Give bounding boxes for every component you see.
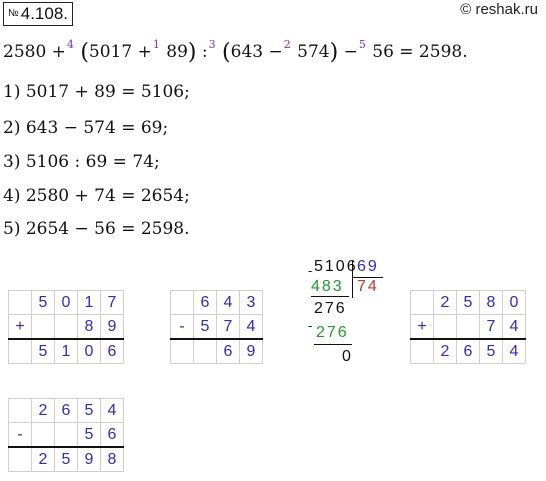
order-index: 1	[152, 38, 160, 51]
main-expression: 2580 +4 (5017 +1 89) :3 (643 −2 574) −5 …	[3, 38, 468, 65]
grid-cell	[54, 422, 78, 448]
step-1: 1) 5017 + 89 = 5106;	[3, 82, 190, 102]
grid-cell: 0	[54, 290, 78, 315]
grid-cell: 0	[502, 290, 526, 315]
grid-cell	[8, 398, 32, 423]
expr-paren: )	[329, 40, 339, 65]
grid-cell: 5	[31, 290, 55, 315]
step-4: 4) 2580 + 74 = 2654;	[3, 186, 190, 206]
grid-cell: 2	[31, 446, 55, 472]
grid-cell: 2	[433, 290, 457, 315]
order-index: 4	[66, 38, 74, 51]
grid-cell: 4	[502, 314, 526, 340]
column-subtraction-2: 2 6 5 4 - 5 6 2 5 9 8	[8, 398, 124, 472]
problem-number: 4.108.	[20, 4, 68, 23]
grid-cell: 5	[479, 338, 503, 364]
operator-sign: -	[170, 314, 194, 340]
number-sign: №	[8, 8, 19, 19]
operator-sign: +	[8, 314, 32, 340]
grid-cell: 6	[100, 422, 124, 448]
grid-cell: 1	[77, 290, 101, 315]
grid-cell: 4	[502, 338, 526, 364]
grid-cell: 6	[456, 338, 480, 364]
expr-part: 56 = 2598.	[372, 42, 468, 62]
column-addition-2: 2 5 8 0 + 7 4 2 6 5 4	[410, 290, 526, 364]
grid-cell	[8, 290, 32, 315]
grid-cell	[410, 338, 434, 364]
grid-cell: 2	[31, 398, 55, 423]
grid-cell: 9	[100, 314, 124, 340]
grid-cell: 8	[100, 446, 124, 472]
grid-cell	[433, 314, 457, 340]
grid-cell: 9	[77, 446, 101, 472]
grid-cell	[193, 338, 217, 364]
grid-cell: 5	[456, 290, 480, 315]
division-bar	[352, 260, 353, 298]
grid-cell: 2	[433, 338, 457, 364]
grid-cell: 6	[216, 338, 240, 364]
expr-paren: )	[187, 40, 197, 65]
grid-cell: 1	[54, 338, 78, 364]
expr-part: :	[201, 42, 208, 62]
grid-cell	[170, 290, 194, 315]
minus-sign: -	[308, 318, 315, 333]
quotient: 74	[357, 278, 379, 295]
grid-cell: 4	[239, 314, 263, 340]
problem-number-badge: № 4.108.	[3, 2, 73, 26]
site-credit[interactable]: © reshak.ru	[460, 0, 538, 20]
order-index: 2	[283, 38, 291, 51]
grid-cell	[31, 314, 55, 340]
grid-cell: 8	[479, 290, 503, 315]
column-subtraction-1: 6 4 3 - 5 7 4 6 9	[170, 290, 263, 364]
operator-sign: -	[8, 422, 32, 448]
grid-cell: 5	[54, 446, 78, 472]
grid-cell: 7	[479, 314, 503, 340]
step-5: 5) 2654 − 56 = 2598.	[3, 219, 190, 239]
grid-cell	[8, 446, 32, 472]
column-addition-1: 5 0 1 7 + 8 9 5 1 0 6	[8, 290, 124, 364]
expr-paren: (	[222, 40, 231, 65]
step-3: 3) 5106 : 69 = 74;	[3, 152, 160, 172]
grid-cell	[8, 338, 32, 364]
grid-cell: 4	[100, 398, 124, 423]
grid-cell	[410, 290, 434, 315]
expr-paren: (	[80, 40, 89, 65]
grid-cell: 4	[216, 290, 240, 315]
grid-cell: 5	[77, 398, 101, 423]
long-division: - 5106 69 483 74 276 - 276 0	[308, 258, 398, 373]
expr-part: 2580 +	[3, 42, 66, 62]
grid-cell: 6	[100, 338, 124, 364]
grid-cell	[54, 314, 78, 340]
grid-cell	[456, 314, 480, 340]
grid-cell	[31, 422, 55, 448]
grid-cell: 6	[193, 290, 217, 315]
step-2: 2) 643 − 574 = 69;	[3, 118, 169, 138]
operator-sign: +	[410, 314, 434, 340]
grid-cell: 6	[54, 398, 78, 423]
order-index: 3	[208, 38, 216, 51]
grid-cell: 7	[216, 314, 240, 340]
grid-cell: 5	[77, 422, 101, 448]
grid-cell: 3	[239, 290, 263, 315]
subtrahend-1: 483	[311, 278, 344, 295]
expr-part: −	[343, 42, 358, 62]
expr-part: 643 −	[230, 42, 283, 62]
grid-cell: 7	[100, 290, 124, 315]
expr-part: 89	[166, 42, 188, 62]
expr-part: 5017 +	[88, 42, 152, 62]
divisor: 69	[357, 258, 379, 275]
remainder-final: 0	[342, 348, 353, 365]
grid-cell: 0	[77, 338, 101, 364]
grid-cell: 5	[193, 314, 217, 340]
grid-cell: 8	[77, 314, 101, 340]
grid-cell: 5	[31, 338, 55, 364]
underline-2	[314, 344, 352, 345]
remainder-1: 276	[314, 300, 347, 317]
grid-cell: 9	[239, 338, 263, 364]
expr-part: 574	[297, 42, 330, 62]
underline-1	[311, 296, 349, 297]
order-index: 5	[358, 38, 366, 51]
grid-cell	[170, 338, 194, 364]
subtrahend-2: 276	[316, 324, 349, 341]
